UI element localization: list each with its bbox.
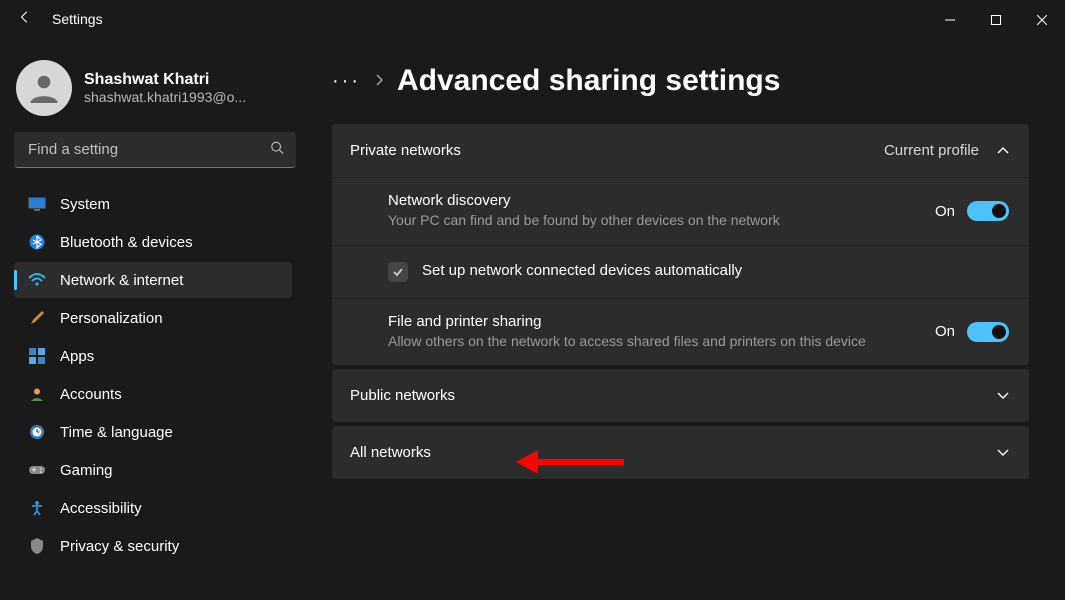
profile-name: Shashwat Khatri bbox=[84, 71, 246, 89]
sidebar-item-label: Network & internet bbox=[60, 272, 183, 289]
privacy-icon bbox=[28, 537, 46, 555]
time-icon bbox=[28, 423, 46, 441]
setting-auto-setup: Set up network connected devices automat… bbox=[332, 245, 1029, 298]
chevron-down-icon bbox=[997, 388, 1009, 403]
chevron-up-icon bbox=[997, 143, 1009, 158]
auto-setup-checkbox[interactable] bbox=[388, 262, 408, 282]
search-box bbox=[14, 132, 296, 168]
gaming-icon bbox=[28, 461, 46, 479]
sidebar-item-label: Personalization bbox=[60, 310, 163, 327]
profile[interactable]: Shashwat Khatri shashwat.khatri1993@o... bbox=[14, 54, 292, 132]
panel-header-all[interactable]: All networks bbox=[332, 426, 1029, 479]
checkbox-label: Set up network connected devices automat… bbox=[422, 262, 742, 279]
panel-header-public[interactable]: Public networks bbox=[332, 369, 1029, 422]
sidebar-item-label: Accessibility bbox=[60, 500, 142, 517]
chevron-right-icon bbox=[375, 73, 383, 89]
sidebar-item-label: Time & language bbox=[60, 424, 173, 441]
breadcrumb: ··· Advanced sharing settings bbox=[332, 64, 1029, 98]
sidebar: Shashwat Khatri shashwat.khatri1993@o...… bbox=[0, 40, 300, 600]
minimize-button[interactable] bbox=[927, 4, 973, 36]
sidebar-item-network[interactable]: Network & internet bbox=[14, 262, 292, 298]
search-icon bbox=[270, 141, 284, 160]
setting-network-discovery: Network discovery Your PC can find and b… bbox=[332, 177, 1029, 245]
sidebar-item-label: Apps bbox=[60, 348, 94, 365]
toggle-state-label: On bbox=[935, 323, 955, 340]
file-printer-toggle[interactable] bbox=[967, 322, 1009, 342]
sidebar-item-bluetooth[interactable]: Bluetooth & devices bbox=[14, 224, 292, 260]
bluetooth-icon bbox=[28, 233, 46, 251]
title-bar: Settings bbox=[0, 0, 1065, 40]
setting-title: File and printer sharing bbox=[388, 313, 915, 330]
chevron-down-icon bbox=[997, 445, 1009, 460]
brush-icon bbox=[28, 309, 46, 327]
back-button[interactable] bbox=[18, 10, 32, 27]
setting-desc: Your PC can find and be found by other d… bbox=[388, 211, 915, 231]
sidebar-item-label: Bluetooth & devices bbox=[60, 234, 193, 251]
close-button[interactable] bbox=[1019, 4, 1065, 36]
avatar bbox=[16, 60, 72, 116]
accessibility-icon bbox=[28, 499, 46, 517]
wifi-icon bbox=[28, 271, 46, 289]
page-title: Advanced sharing settings bbox=[397, 64, 780, 98]
sidebar-item-gaming[interactable]: Gaming bbox=[14, 452, 292, 488]
apps-icon bbox=[28, 347, 46, 365]
network-discovery-toggle[interactable] bbox=[967, 201, 1009, 221]
setting-file-printer-sharing: File and printer sharing Allow others on… bbox=[332, 298, 1029, 366]
accounts-icon bbox=[28, 385, 46, 403]
sidebar-item-accounts[interactable]: Accounts bbox=[14, 376, 292, 412]
sidebar-item-label: Privacy & security bbox=[60, 538, 179, 555]
nav-list: System Bluetooth & devices Network & int… bbox=[14, 186, 292, 564]
panel-public-networks: Public networks bbox=[332, 369, 1029, 422]
sidebar-item-label: System bbox=[60, 196, 110, 213]
setting-desc: Allow others on the network to access sh… bbox=[388, 332, 915, 352]
main-content: ··· Advanced sharing settings Private ne… bbox=[300, 40, 1065, 600]
setting-title: Network discovery bbox=[388, 192, 915, 209]
sidebar-item-system[interactable]: System bbox=[14, 186, 292, 222]
sidebar-item-privacy[interactable]: Privacy & security bbox=[14, 528, 292, 564]
app-title: Settings bbox=[52, 11, 103, 27]
system-icon bbox=[28, 195, 46, 213]
toggle-state-label: On bbox=[935, 203, 955, 220]
sidebar-item-personalization[interactable]: Personalization bbox=[14, 300, 292, 336]
panel-title: Private networks bbox=[350, 142, 884, 159]
sidebar-item-label: Gaming bbox=[60, 462, 113, 479]
panel-title: All networks bbox=[350, 444, 997, 461]
breadcrumb-more[interactable]: ··· bbox=[332, 70, 361, 93]
search-input[interactable] bbox=[14, 132, 296, 168]
sidebar-item-label: Accounts bbox=[60, 386, 122, 403]
panel-title: Public networks bbox=[350, 387, 997, 404]
sidebar-item-accessibility[interactable]: Accessibility bbox=[14, 490, 292, 526]
panel-private-networks: Private networks Current profile Network… bbox=[332, 124, 1029, 365]
profile-email: shashwat.khatri1993@o... bbox=[84, 89, 246, 105]
panel-meta: Current profile bbox=[884, 142, 979, 159]
sidebar-item-apps[interactable]: Apps bbox=[14, 338, 292, 374]
sidebar-item-time[interactable]: Time & language bbox=[14, 414, 292, 450]
panel-all-networks: All networks bbox=[332, 426, 1029, 479]
maximize-button[interactable] bbox=[973, 4, 1019, 36]
panel-header-private[interactable]: Private networks Current profile bbox=[332, 124, 1029, 177]
